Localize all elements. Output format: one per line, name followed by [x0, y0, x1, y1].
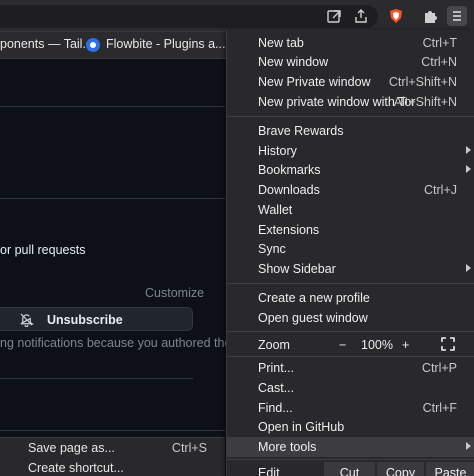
- menu-item-show-sidebar[interactable]: Show Sidebar: [227, 259, 474, 279]
- bookmark-flowbite[interactable]: Flowbite - Plugins a...: [106, 37, 226, 51]
- menu-item-label: Find...: [258, 401, 293, 415]
- menu-item-open-in-github[interactable]: Open in GitHub: [227, 417, 474, 437]
- menu-item-guest-window[interactable]: Open guest window: [227, 308, 474, 328]
- menu-item-label: Sync: [258, 242, 286, 256]
- divider: [0, 430, 225, 431]
- browser-toolbar: [0, 0, 474, 32]
- menu-item-new-window[interactable]: New window Ctrl+N: [227, 52, 474, 72]
- menu-item-shortcut: Ctrl+J: [424, 183, 457, 197]
- extensions-puzzle-icon[interactable]: [420, 6, 440, 26]
- open-in-window-icon[interactable]: [324, 6, 344, 26]
- divider: [0, 106, 225, 107]
- customize-link[interactable]: Customize: [145, 286, 204, 300]
- chevron-right-icon: [466, 442, 471, 450]
- menu-item-shortcut: Alt+Shift+N: [393, 95, 457, 109]
- fullscreen-icon[interactable]: [440, 336, 456, 352]
- zoom-out-button[interactable]: −: [339, 338, 346, 352]
- menu-item-history[interactable]: History: [227, 141, 474, 161]
- more-tools-submenu: Save page as... Ctrl+S Create shortcut..…: [0, 437, 225, 476]
- menu-separator: [227, 116, 474, 117]
- menu-item-label: Wallet: [258, 203, 293, 217]
- bell-slash-icon: [20, 313, 34, 327]
- menu-separator: [227, 459, 474, 460]
- menu-item-sync[interactable]: Sync: [227, 239, 474, 259]
- chevron-right-icon: [466, 264, 471, 272]
- chevron-right-icon: [466, 146, 471, 154]
- paste-button[interactable]: Paste: [426, 462, 474, 476]
- address-bar[interactable]: [0, 5, 378, 28]
- menu-item-label: Show Sidebar: [258, 262, 336, 276]
- menu-item-label: Cast...: [258, 381, 295, 395]
- paste-label: Paste: [434, 466, 467, 476]
- menu-item-label: Brave Rewards: [258, 124, 344, 138]
- chevron-right-icon: [466, 165, 471, 173]
- menu-item-shortcut: Ctrl+Shift+N: [388, 75, 457, 89]
- menu-item-label: Create a new profile: [258, 291, 370, 305]
- edit-controls: Edit Cut Copy Paste: [227, 462, 474, 476]
- copy-label: Copy: [385, 466, 416, 476]
- menu-item-more-tools[interactable]: More tools: [227, 437, 474, 457]
- menu-item-label: New window: [258, 55, 329, 69]
- menu-item-label: Downloads: [258, 183, 320, 197]
- menu-item-new-private-window[interactable]: New Private window Ctrl+Shift+N: [227, 72, 474, 92]
- menu-item-new-tab[interactable]: New tab Ctrl+T: [227, 33, 474, 53]
- zoom-level: 100%: [361, 338, 393, 352]
- menu-item-wallet[interactable]: Wallet: [227, 200, 474, 220]
- menu-separator: [227, 283, 474, 284]
- submenu-item-shortcut: Ctrl+S: [171, 441, 207, 455]
- menu-item-create-profile[interactable]: Create a new profile: [227, 288, 474, 308]
- unsubscribe-button[interactable]: Unsubscribe: [0, 307, 193, 331]
- menu-item-shortcut: Ctrl+T: [422, 36, 457, 50]
- zoom-label: Zoom: [258, 338, 290, 352]
- menu-item-label: History: [258, 144, 297, 158]
- menu-item-extensions[interactable]: Extensions: [227, 220, 474, 240]
- menu-item-label: New tab: [258, 36, 304, 50]
- zoom-in-button[interactable]: +: [402, 338, 409, 352]
- copy-button[interactable]: Copy: [377, 462, 424, 476]
- menu-item-label: Bookmarks: [258, 163, 321, 177]
- menu-item-shortcut: Ctrl+P: [421, 361, 457, 375]
- submenu-item-save-page[interactable]: Save page as... Ctrl+S: [0, 438, 225, 458]
- cut-button[interactable]: Cut: [324, 462, 375, 476]
- menu-item-label: Extensions: [258, 223, 320, 237]
- edit-label: Edit: [258, 466, 280, 476]
- participation-reason: or pull requests: [0, 243, 86, 257]
- menu-item-label: Open guest window: [258, 311, 368, 325]
- menu-item-label: More tools: [258, 440, 317, 454]
- menu-item-shortcut: Ctrl+F: [422, 401, 457, 415]
- menu-item-new-private-window-tor[interactable]: New private window with Tor Alt+Shift+N: [227, 92, 474, 112]
- notification-reason: ng notifications because you authored th…: [0, 336, 232, 350]
- divider: [0, 378, 193, 379]
- menu-item-label: Open in GitHub: [258, 420, 345, 434]
- page-content: or pull requests Customize Unsubscribe n…: [0, 60, 231, 476]
- menu-item-label: New Private window: [258, 75, 371, 89]
- menu-item-label: Print...: [258, 361, 295, 375]
- menu-separator: [227, 356, 474, 357]
- menu-item-cast[interactable]: Cast...: [227, 378, 474, 398]
- menu-item-bookmarks[interactable]: Bookmarks: [227, 160, 474, 180]
- zoom-control: Zoom − 100% +: [227, 333, 474, 355]
- browser-window: ponents — Tail... Flowbite - Plugins a..…: [0, 0, 474, 476]
- submenu-item-label: Create shortcut...: [28, 461, 124, 475]
- app-menu: New tab Ctrl+T New window Ctrl+N New Pri…: [226, 30, 474, 476]
- flowbite-favicon-icon: [86, 38, 100, 52]
- menu-item-print[interactable]: Print... Ctrl+P: [227, 358, 474, 378]
- brave-shields-icon[interactable]: [386, 6, 406, 26]
- menu-item-downloads[interactable]: Downloads Ctrl+J: [227, 180, 474, 200]
- divider: [0, 198, 225, 199]
- menu-item-brave-rewards[interactable]: Brave Rewards: [227, 121, 474, 141]
- menu-hamburger-icon[interactable]: [447, 6, 467, 26]
- menu-item-label: New private window with Tor: [258, 95, 416, 109]
- unsubscribe-label: Unsubscribe: [47, 313, 123, 327]
- submenu-item-create-shortcut[interactable]: Create shortcut...: [0, 458, 225, 476]
- share-icon[interactable]: [351, 6, 371, 26]
- bookmark-tailwind[interactable]: ponents — Tail...: [0, 37, 93, 51]
- menu-item-shortcut: Ctrl+N: [421, 55, 457, 69]
- cut-label: Cut: [339, 466, 360, 476]
- submenu-item-label: Save page as...: [28, 441, 115, 455]
- menu-item-find[interactable]: Find... Ctrl+F: [227, 398, 474, 418]
- menu-separator: [227, 331, 474, 332]
